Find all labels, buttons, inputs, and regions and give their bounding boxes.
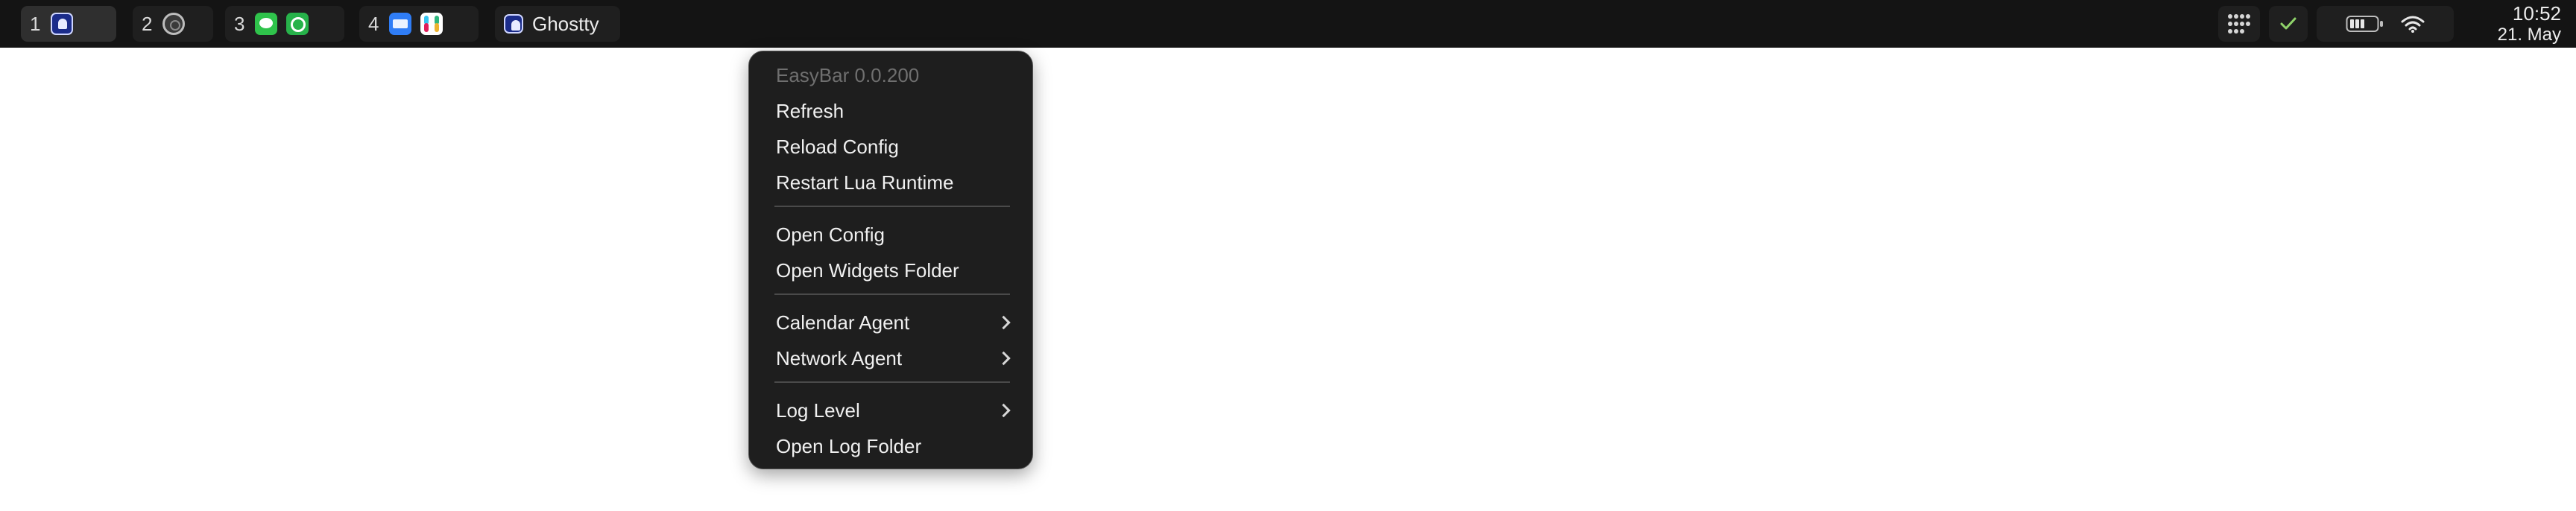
menu-item-label: Open Log Folder [776, 434, 922, 457]
clock-date: 21. May [2497, 25, 2561, 45]
mail-icon[interactable] [389, 13, 411, 35]
menu-header-version: EasyBar 0.0.200 [760, 60, 1022, 90]
menu-item-restart-lua-runtime[interactable]: Restart Lua Runtime [760, 168, 1022, 197]
workspace-number: 1 [30, 12, 41, 35]
menu-item-reload-config[interactable]: Reload Config [760, 132, 1022, 162]
status-check-button[interactable] [2269, 6, 2308, 42]
workspace-3[interactable]: 3 [225, 6, 344, 42]
wifi-icon [2401, 16, 2425, 33]
menu-item-label: Restart Lua Runtime [776, 171, 954, 194]
menu-item-label: Log Level [776, 399, 860, 422]
menu-item-label: Calendar Agent [776, 311, 910, 334]
workspace-number: 4 [368, 12, 379, 35]
gear-icon[interactable] [162, 13, 185, 35]
menu-item-refresh[interactable]: Refresh [760, 96, 1022, 126]
chevron-right-icon [997, 403, 1011, 418]
menu-item-calendar-agent[interactable]: Calendar Agent [760, 308, 1022, 337]
control-center-button[interactable] [2218, 6, 2260, 42]
menu-item-label: Reload Config [776, 135, 899, 158]
clock[interactable]: 10:52 21. May [2498, 0, 2561, 48]
menu-item-log-level[interactable]: Log Level [760, 396, 1022, 425]
battery-wifi-group[interactable] [2317, 6, 2454, 42]
menu-bar: 1 2 3 4 Ghostty 10:52 21. May [0, 0, 2576, 48]
clock-time: 10:52 [2512, 2, 2561, 25]
menu-separator [774, 293, 1010, 295]
menu-header-label: EasyBar 0.0.200 [776, 63, 920, 86]
front-app[interactable]: Ghostty [495, 6, 620, 42]
messages-icon[interactable] [255, 13, 277, 35]
workspace-number: 3 [234, 12, 245, 35]
menu-item-open-widgets-folder[interactable]: Open Widgets Folder [760, 256, 1022, 285]
ghostty-icon [504, 14, 523, 34]
easybar-menu: EasyBar 0.0.200 Refresh Reload Config Re… [748, 51, 1033, 469]
slack-icon[interactable] [420, 13, 443, 35]
menu-item-label: Refresh [776, 99, 845, 122]
checkmark-icon [2280, 17, 2296, 30]
menu-item-open-log-folder[interactable]: Open Log Folder [760, 431, 1022, 461]
ghostty-icon[interactable] [51, 13, 73, 35]
workspace-1[interactable]: 1 [21, 6, 116, 42]
grid-dots-icon [2228, 14, 2250, 34]
whatsapp-icon[interactable] [286, 13, 309, 35]
chevron-right-icon [997, 351, 1011, 366]
menu-item-network-agent[interactable]: Network Agent [760, 343, 1022, 373]
workspace-4[interactable]: 4 [359, 6, 479, 42]
menu-item-label: Network Agent [776, 346, 903, 369]
workspace-number: 2 [142, 12, 153, 35]
menu-item-label: Open Widgets Folder [776, 258, 959, 282]
chevron-right-icon [997, 315, 1011, 330]
workspace-2[interactable]: 2 [133, 6, 213, 42]
menu-separator [774, 206, 1010, 207]
menu-separator [774, 381, 1010, 383]
battery-icon [2346, 16, 2383, 32]
menu-item-label: Open Config [776, 223, 885, 246]
front-app-name: Ghostty [532, 12, 599, 35]
menu-item-open-config[interactable]: Open Config [760, 220, 1022, 250]
